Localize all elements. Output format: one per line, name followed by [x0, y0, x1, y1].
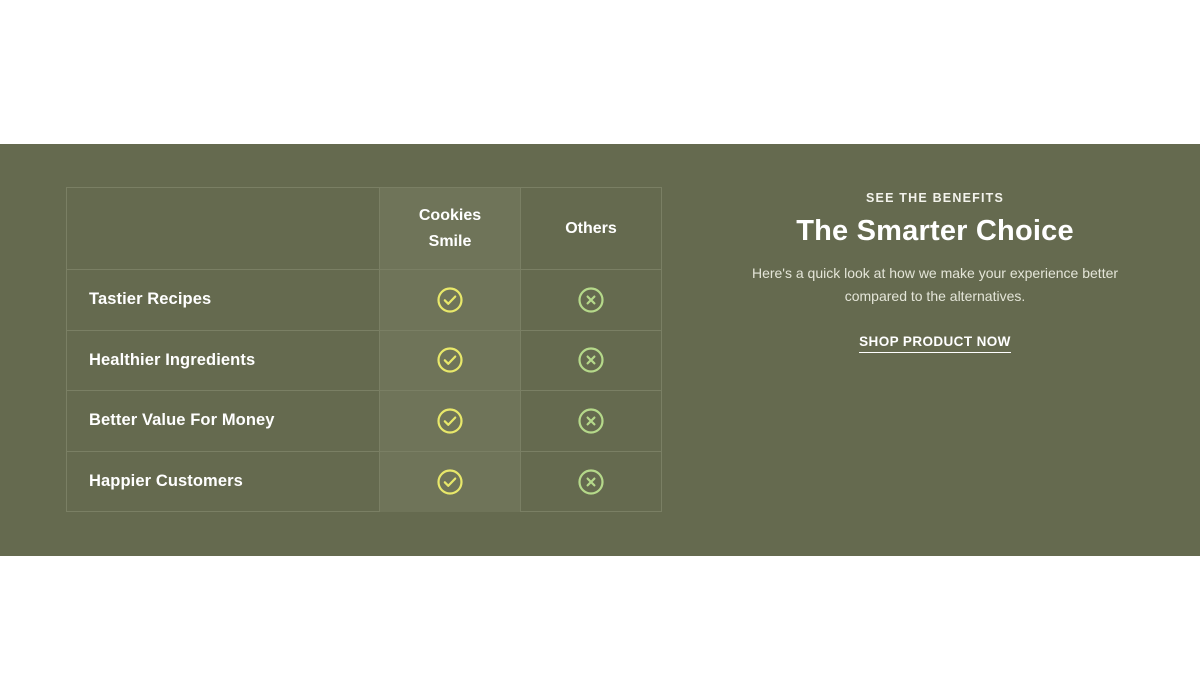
x-circle-icon: [577, 346, 605, 374]
table-row: Healthier Ingredients: [67, 330, 661, 391]
check-circle-icon: [436, 346, 464, 374]
comparison-table: Cookies Smile Others Tastier Recipes Hea…: [66, 187, 662, 512]
eyebrow-label: SEE THE BENEFITS: [866, 191, 1004, 205]
x-circle-icon: [577, 407, 605, 435]
others-cell: [521, 452, 661, 513]
ours-cell: [380, 451, 521, 512]
others-cell: [521, 270, 661, 330]
row-label: Healthier Ingredients: [67, 330, 380, 390]
row-label: Better Value For Money: [67, 391, 380, 451]
others-cell: [521, 331, 661, 391]
table-row: Happier Customers: [67, 451, 661, 513]
page: Cookies Smile Others Tastier Recipes Hea…: [0, 0, 1200, 700]
shop-product-button[interactable]: SHOP PRODUCT NOW: [859, 334, 1011, 353]
table-header-row: Cookies Smile Others: [67, 188, 661, 270]
header-others-cell: Others: [521, 188, 661, 269]
x-circle-icon: [577, 468, 605, 496]
benefits-section: Cookies Smile Others Tastier Recipes Hea…: [0, 144, 1200, 556]
row-label: Tastier Recipes: [67, 270, 380, 330]
ours-cell: [380, 391, 521, 451]
x-circle-icon: [577, 286, 605, 314]
section-description: Here's a quick look at how we make your …: [751, 265, 1119, 304]
header-others-label: Others: [565, 219, 617, 237]
table-row: Tastier Recipes: [67, 270, 661, 331]
section-title: The Smarter Choice: [796, 215, 1074, 247]
ours-cell: [380, 270, 521, 330]
check-circle-icon: [436, 286, 464, 314]
ours-cell: [380, 330, 521, 390]
check-circle-icon: [436, 468, 464, 496]
row-label: Happier Customers: [67, 451, 380, 512]
header-ours-label: Cookies Smile: [418, 206, 482, 250]
benefits-text: SEE THE BENEFITS The Smarter Choice Here…: [700, 144, 1170, 353]
table-row: Better Value For Money: [67, 391, 661, 452]
header-empty-cell: [67, 188, 380, 269]
header-ours-cell: Cookies Smile: [380, 188, 521, 269]
others-cell: [521, 391, 661, 451]
check-circle-icon: [436, 407, 464, 435]
